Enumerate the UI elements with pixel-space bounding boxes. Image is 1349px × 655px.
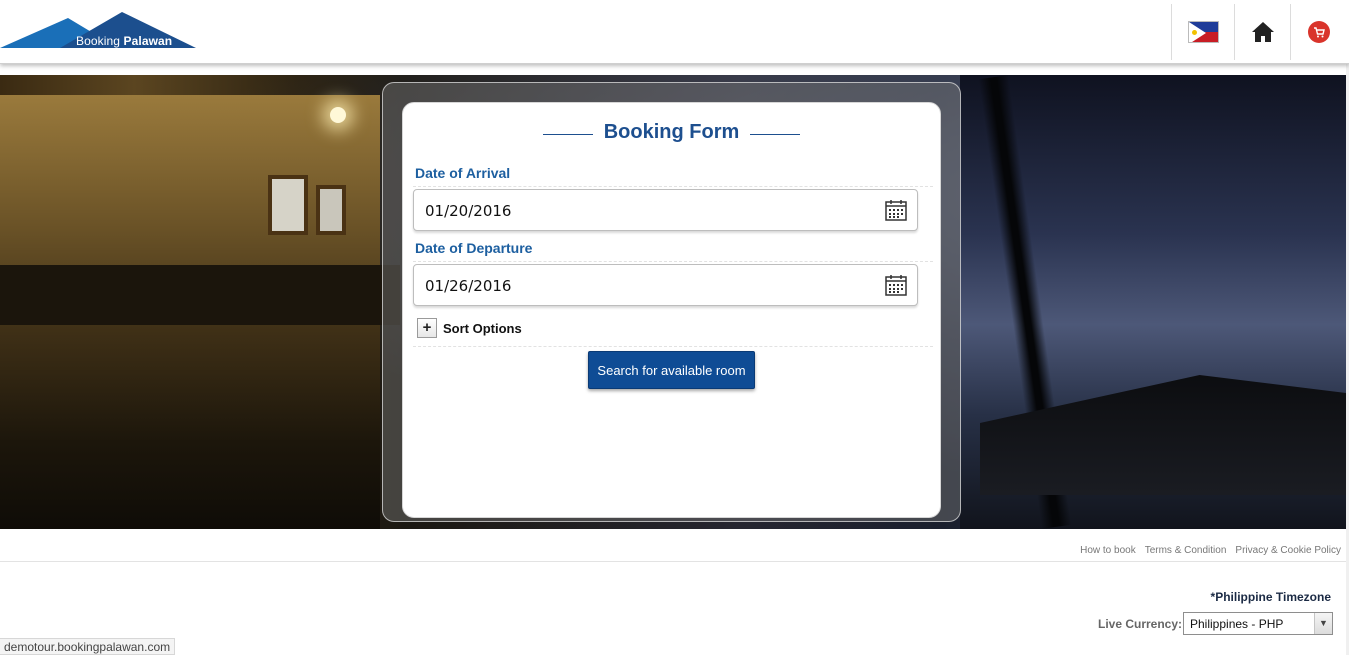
logo-text: Booking Palawan [76, 34, 173, 48]
cart-icon [1307, 21, 1330, 43]
divider [413, 346, 933, 347]
footer-link-privacy[interactable]: Privacy & Cookie Policy [1235, 545, 1341, 556]
footer-link-terms[interactable]: Terms & Condition [1145, 545, 1227, 556]
departure-date-field[interactable]: 01/26/2016 [413, 264, 918, 306]
calendar-icon[interactable] [885, 199, 907, 221]
language-button[interactable] [1171, 4, 1234, 60]
logo[interactable]: Booking Palawan [0, 10, 200, 52]
expand-plus-icon[interactable]: + [417, 318, 437, 338]
currency-label: Live Currency: [1098, 617, 1183, 631]
arrival-label: Date of Arrival [415, 165, 511, 181]
timezone-note: *Philippine Timezone [1210, 590, 1331, 604]
footer-links: How to book Terms & Condition Privacy & … [1080, 545, 1341, 556]
divider [413, 186, 933, 187]
home-icon [1251, 22, 1274, 42]
departure-label: Date of Departure [415, 240, 533, 256]
chevron-down-icon[interactable]: ▼ [1314, 613, 1332, 634]
departure-date-value: 01/26/2016 [425, 277, 512, 295]
footer-divider [0, 561, 1349, 562]
title-divider-right [750, 134, 800, 135]
currency-selected-value: Philippines - PHP [1190, 617, 1284, 631]
site-header: Booking Palawan [0, 0, 1349, 64]
form-title: Booking Form [603, 121, 740, 143]
divider [413, 261, 933, 262]
search-available-room-button[interactable]: Search for available room [588, 351, 755, 389]
flag-philippines-icon [1187, 21, 1219, 43]
sort-options[interactable]: + Sort Options [417, 318, 522, 338]
footer-link-how-to-book[interactable]: How to book [1080, 545, 1136, 556]
cart-button[interactable] [1290, 4, 1346, 60]
calendar-icon[interactable] [885, 274, 907, 296]
home-button[interactable] [1234, 4, 1290, 60]
booking-form: Booking Form Date of Arrival 01/20/2016 … [402, 102, 941, 518]
arrival-date-value: 01/20/2016 [425, 202, 512, 220]
currency-select[interactable]: Philippines - PHP ▼ [1183, 612, 1333, 635]
sort-options-label[interactable]: Sort Options [443, 321, 522, 336]
browser-status-bar: demotour.bookingpalawan.com [0, 638, 176, 655]
arrival-date-field[interactable]: 01/20/2016 [413, 189, 918, 231]
